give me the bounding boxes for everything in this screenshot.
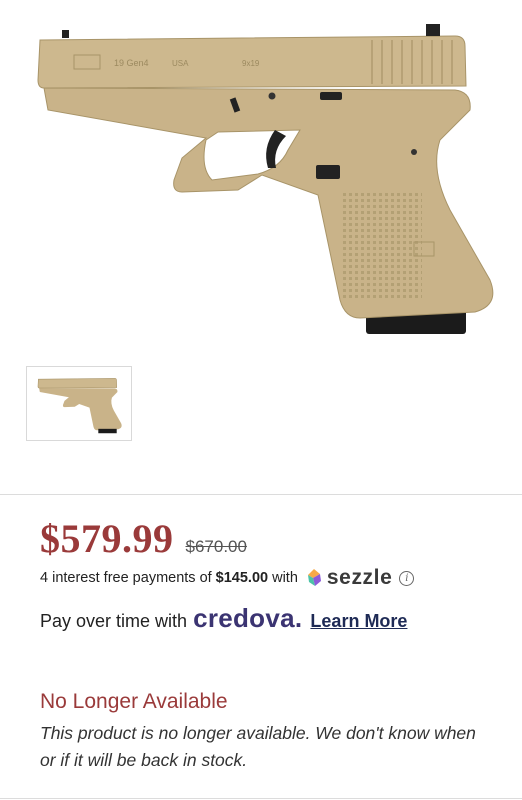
frame-pin — [268, 92, 276, 100]
sezzle-logo-icon — [307, 569, 321, 586]
thumbnail-image — [37, 377, 122, 433]
rear-sight — [426, 24, 440, 36]
sezzle-amount: $145.00 — [215, 570, 269, 586]
learn-more-link[interactable]: Learn More — [310, 611, 407, 632]
slide-stop — [320, 92, 342, 100]
info-icon[interactable]: i — [399, 570, 415, 586]
section-divider-top — [0, 494, 522, 495]
front-sight — [62, 30, 69, 38]
sezzle-payment-row: 4 interest free payments of $145.00 with… — [40, 566, 415, 590]
sezzle-suffix-text: with — [272, 570, 298, 586]
section-divider-bottom — [0, 798, 522, 799]
credova-logo: credova. — [193, 603, 303, 633]
credova-prefix-text: Pay over time with — [40, 611, 188, 631]
grip-texture — [342, 190, 422, 300]
product-thumbnail[interactable] — [26, 366, 132, 441]
credova-payment-row: Pay over time with credova. Learn More — [40, 603, 407, 634]
slide-model-text: 19 Gen4 — [114, 58, 149, 68]
original-price: $670.00 — [185, 537, 247, 556]
pistol-frame — [43, 87, 494, 319]
slide-origin-text: USA — [172, 59, 189, 68]
product-main-image: 19 Gen4 USA 9x19 — [37, 24, 494, 334]
availability-title: No Longer Available — [40, 690, 228, 713]
magazine-release — [316, 165, 340, 179]
sezzle-prefix-text: 4 interest free payments of — [40, 570, 212, 586]
sezzle-brand-text: sezzle — [326, 566, 393, 589]
slide-caliber-text: 9x19 — [242, 59, 260, 68]
frame-pin-rear — [411, 149, 417, 155]
price-row: $579.99 $670.00 — [40, 515, 247, 562]
sezzle-logo[interactable]: sezzle — [304, 566, 392, 590]
availability-message: This product is no longer available. We … — [40, 723, 476, 770]
current-price: $579.99 — [40, 516, 174, 561]
